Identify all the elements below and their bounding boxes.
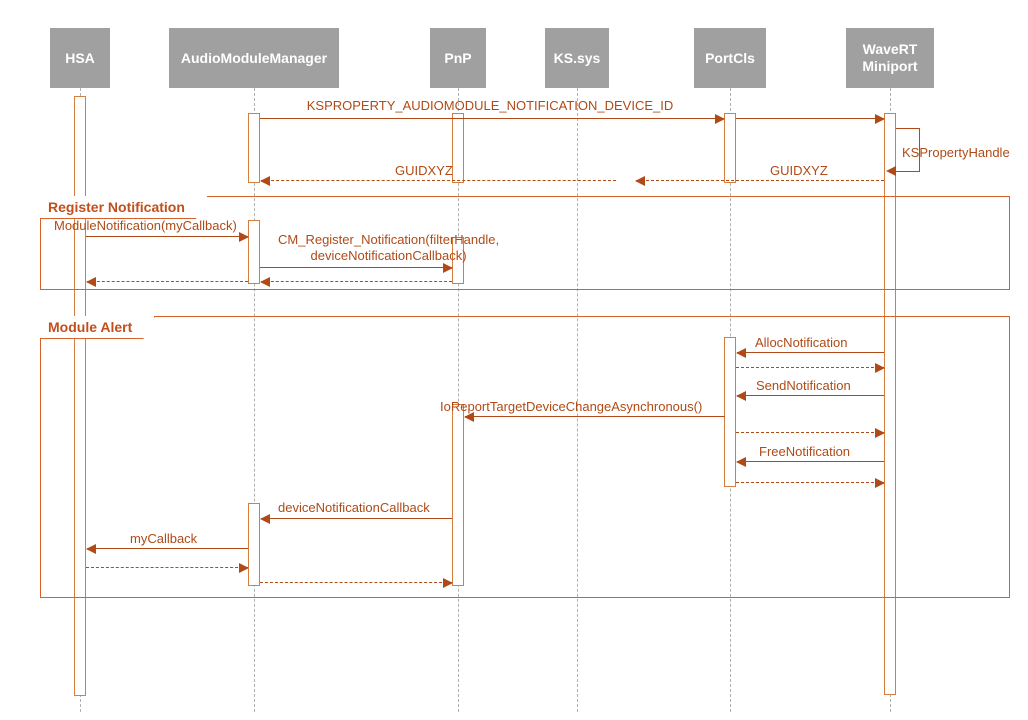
arrow-send-return (736, 432, 884, 433)
fragment-register-notification: Register Notification (40, 196, 1010, 290)
msg-guidxyz-2: GUIDXYZ (395, 163, 453, 178)
msg-module-notification: ModuleNotification(myCallback) (54, 218, 237, 233)
msg-cm-register: CM_Register_Notification(filterHandle, d… (278, 232, 499, 265)
activation-pc-1 (724, 113, 736, 183)
participant-ks: KS.sys (545, 28, 609, 88)
arrow-free-return (736, 482, 884, 483)
msg-device-notif-callback: deviceNotificationCallback (278, 500, 430, 515)
fragment-module-alert: Module Alert (40, 316, 1010, 598)
arrow-device-cb (261, 518, 452, 519)
fragment-label-register: Register Notification (40, 196, 208, 219)
arrow-my-cb-return (86, 567, 248, 568)
arrow-ksprop (260, 118, 724, 119)
msg-free-notification: FreeNotification (759, 444, 850, 459)
activation-amm (248, 113, 260, 183)
participant-hsa: HSA (50, 28, 110, 88)
arrow-pc-wr-1 (736, 118, 884, 119)
participant-pc: PortCls (694, 28, 766, 88)
arrow-alloc (737, 352, 884, 353)
arrow-device-cb-return (260, 582, 452, 583)
arrow-modnotif-return (87, 281, 248, 282)
msg-guidxyz-1: GUIDXYZ (770, 163, 828, 178)
arrow-my-cb (87, 548, 248, 549)
activation-pnp-1 (452, 113, 464, 183)
arrow-guidxyz-1 (636, 180, 884, 181)
participant-pnp: PnP (430, 28, 486, 88)
msg-ioreport: IoReportTargetDeviceChangeAsynchronous() (440, 399, 702, 414)
participant-amm: AudioModuleManager (169, 28, 339, 88)
arrow-alloc-return (736, 367, 884, 368)
participant-wr: WaveRT Miniport (846, 28, 934, 88)
arrow-ioreport (465, 416, 725, 417)
arrow-free (737, 461, 884, 462)
selfcall-ksprop-handle (896, 128, 920, 172)
msg-ksprop-device-id: KSPROPERTY_AUDIOMODULE_NOTIFICATION_DEVI… (280, 98, 700, 113)
arrow-cm-register (260, 267, 452, 268)
arrow-guidxyz-2 (261, 180, 616, 181)
msg-send-notification: SendNotification (756, 378, 851, 393)
arrow-module-notif (86, 236, 248, 237)
arrow-cm-return (261, 281, 452, 282)
arrow-send (737, 395, 884, 396)
fragment-label-module-alert: Module Alert (40, 316, 155, 339)
msg-my-callback: myCallback (130, 531, 197, 546)
msg-alloc-notification: AllocNotification (755, 335, 848, 350)
